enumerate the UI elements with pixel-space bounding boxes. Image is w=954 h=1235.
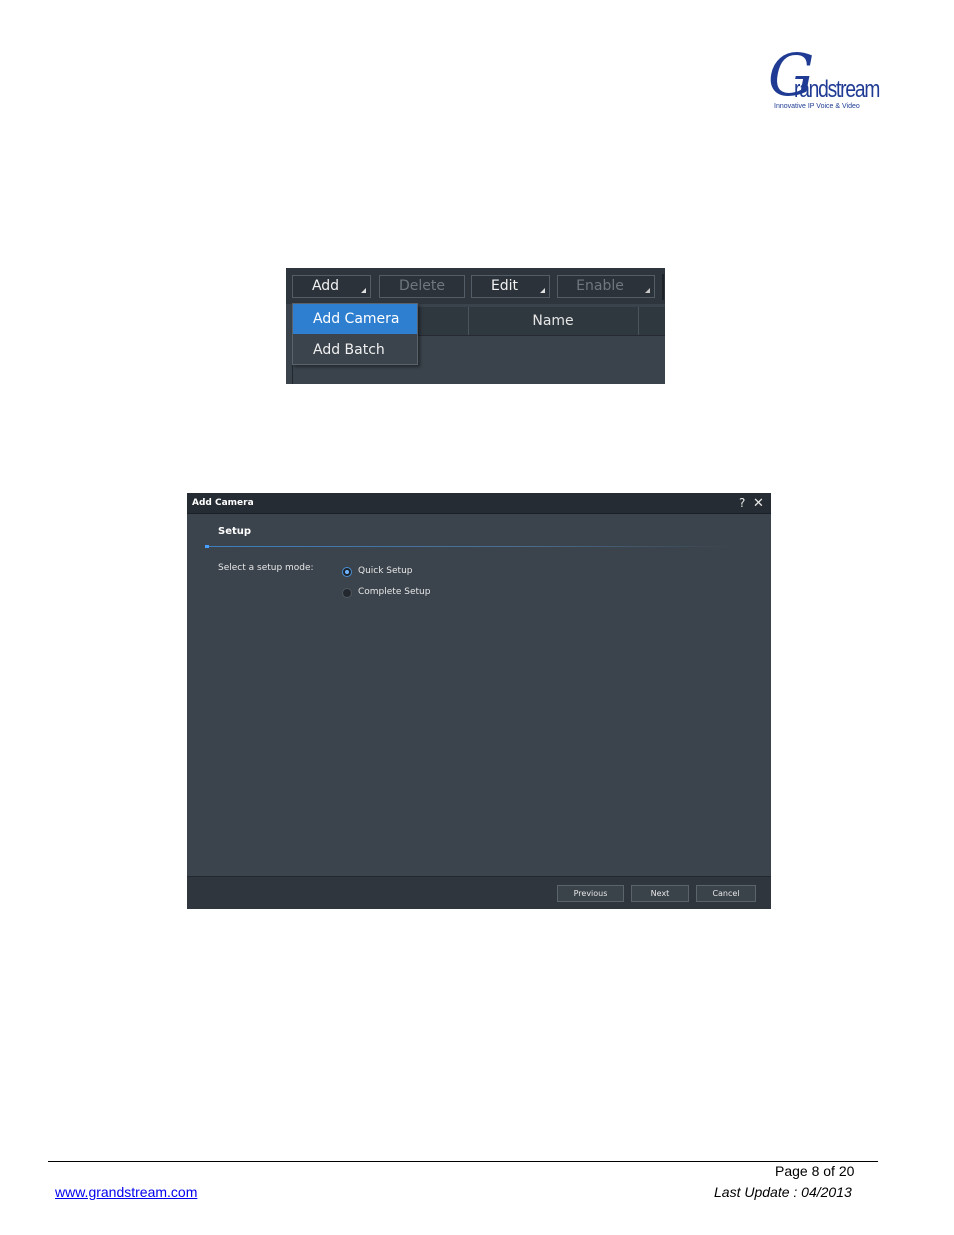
toolbar-screenshot: Add Delete Edit Enable Name Add Camera A… (286, 268, 665, 384)
quick-setup-radio[interactable] (342, 567, 352, 577)
complete-setup-label[interactable]: Complete Setup (358, 587, 430, 597)
complete-setup-radio[interactable] (342, 588, 352, 598)
enable-button-label: Enable (576, 278, 624, 294)
footer-rule (48, 1161, 878, 1162)
add-camera-dialog: Add Camera ? ✕ Setup Select a setup mode… (187, 493, 771, 909)
section-divider (206, 546, 736, 547)
delete-button-label: Delete (399, 278, 445, 294)
progress-marker (205, 545, 209, 548)
last-update: Last Update : 04/2013 (714, 1184, 852, 1200)
edit-button[interactable]: Edit (471, 275, 550, 298)
add-button[interactable]: Add (292, 275, 371, 298)
close-icon[interactable]: ✕ (753, 493, 764, 514)
enable-button[interactable]: Enable (557, 275, 655, 298)
column-header-name[interactable]: Name (468, 307, 638, 335)
dialog-footer: Previous Next Cancel (187, 876, 771, 909)
delete-button[interactable]: Delete (379, 275, 465, 298)
column-divider (638, 307, 639, 335)
logo-wordmark: randstream (794, 76, 880, 103)
toolbar: Add Delete Edit Enable (286, 268, 665, 304)
menu-item-add-camera[interactable]: Add Camera (293, 304, 417, 334)
add-button-label: Add (311, 278, 340, 294)
dropdown-caret-icon (540, 288, 545, 293)
section-title: Setup (218, 526, 252, 537)
quick-setup-label[interactable]: Quick Setup (358, 566, 413, 576)
menu-item-add-batch[interactable]: Add Batch (293, 335, 417, 365)
previous-button[interactable]: Previous (557, 885, 624, 902)
dialog-titlebar: Add Camera ? ✕ (187, 493, 771, 514)
dropdown-caret-icon (645, 288, 650, 293)
setup-mode-label: Select a setup mode: (218, 563, 314, 573)
edit-button-label: Edit (490, 278, 519, 294)
dropdown-caret-icon (361, 288, 366, 293)
website-link[interactable]: www.grandstream.com (55, 1184, 197, 1200)
page-number: Page 8 of 20 (775, 1163, 855, 1179)
dialog-title: Add Camera (192, 498, 254, 508)
grandstream-logo: G randstream Innovative IP Voice & Video (768, 46, 880, 114)
help-icon[interactable]: ? (739, 493, 745, 514)
next-button[interactable]: Next (631, 885, 689, 902)
logo-tagline: Innovative IP Voice & Video (774, 103, 860, 110)
cancel-button[interactable]: Cancel (696, 885, 756, 902)
toolbar-divider (662, 274, 664, 300)
add-dropdown-menu: Add Camera Add Batch (292, 303, 418, 365)
